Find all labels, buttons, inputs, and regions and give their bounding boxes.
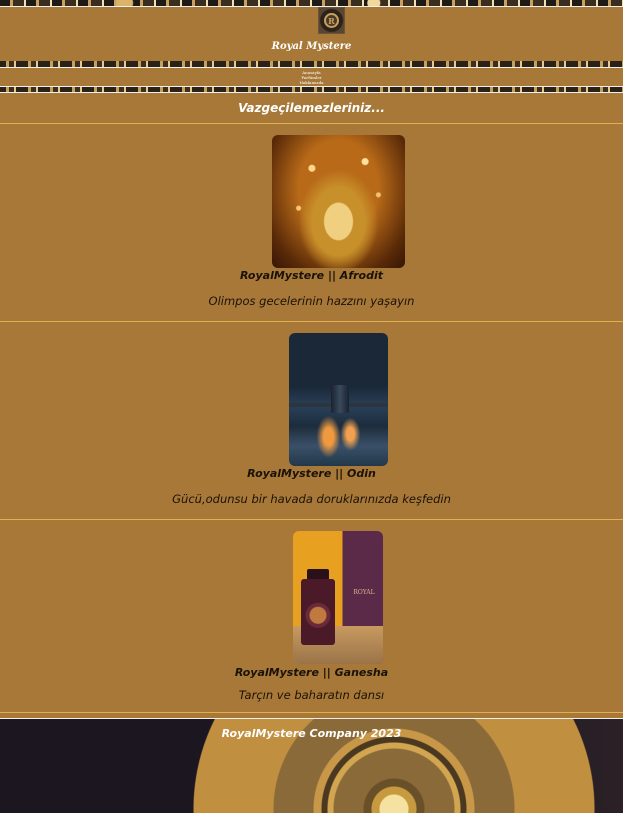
section-header: Vazgeçilemezleriniz... xyxy=(0,92,623,124)
section-title: Vazgeçilemezleriniz... xyxy=(238,101,385,115)
perfume-bottle-icon xyxy=(331,385,349,413)
product-card-afrodit: RoyalMystere || Afrodit Olimpos geceleri… xyxy=(0,124,623,322)
perfume-afrodit-image[interactable] xyxy=(272,135,405,268)
perfume-odin-image[interactable] xyxy=(289,333,388,466)
box-label: ROYAL xyxy=(353,589,375,596)
product-description: Gücü,odunsu bir havada doruklarınızda ke… xyxy=(172,492,451,506)
site-footer: RoyalMystere Company 2023 xyxy=(0,718,623,813)
product-card-odin: RoyalMystere || Odin Gücü,odunsu bir hav… xyxy=(0,322,623,520)
nav-link-about[interactable]: Hakkımızda xyxy=(299,80,323,85)
product-name: RoyalMystere || Ganesha xyxy=(234,666,389,679)
footer-copyright: RoyalMystere Company 2023 xyxy=(221,727,402,740)
product-description: Olimpos gecelerinin hazzını yaşayın xyxy=(208,294,415,308)
logo-emblem-icon: R xyxy=(324,13,339,28)
product-description: Tarçın ve baharatın dansı xyxy=(238,688,385,702)
brand-logo-icon[interactable]: R xyxy=(318,7,345,34)
site-header: R Royal Mystere xyxy=(0,7,623,61)
nav-bar: Anasayfa Parfümler Hakkımızda xyxy=(0,67,623,87)
product-name: RoyalMystere || Afrodit xyxy=(240,269,383,282)
perfume-bottle-icon xyxy=(301,579,335,645)
product-card-ganesha: ROYAL RoyalMystere || Ganesha Tarçın ve … xyxy=(0,520,623,713)
brand-title: Royal Mystere xyxy=(271,41,352,52)
perfume-ganesha-image[interactable]: ROYAL xyxy=(293,531,383,664)
product-name: RoyalMystere || Odin xyxy=(247,467,376,480)
